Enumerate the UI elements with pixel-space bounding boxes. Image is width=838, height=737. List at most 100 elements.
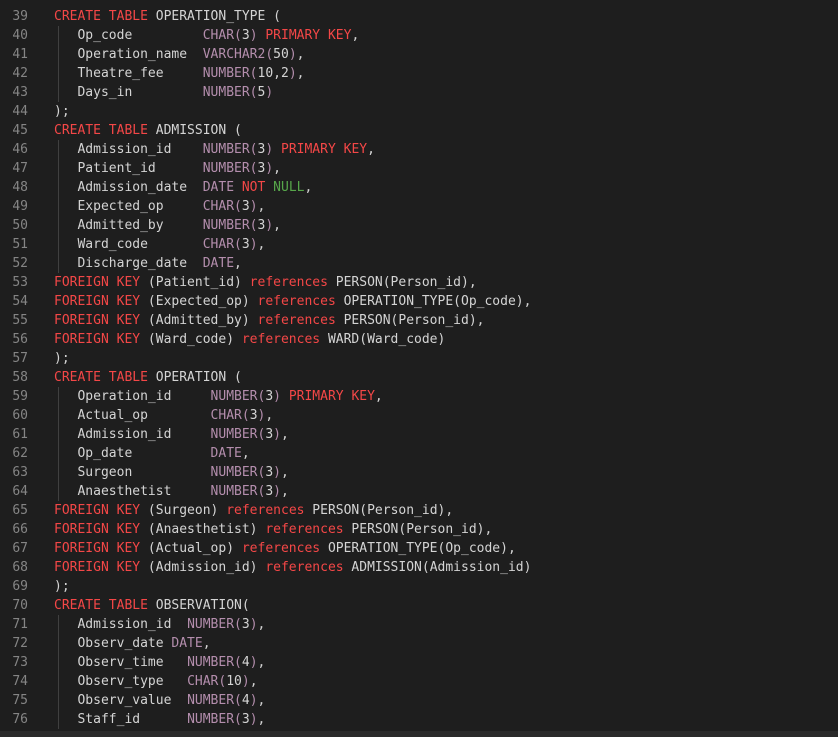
code-line[interactable]: 70 CREATE TABLE OBSERVATION( <box>0 596 838 615</box>
code-token: Discharge_date <box>54 256 203 271</box>
code-token: ) <box>265 142 281 157</box>
code-token: Op_code <box>54 28 203 43</box>
line-number: 46 <box>12 142 28 157</box>
code-token: , <box>202 636 211 651</box>
code-token: OPERATION_TYPE ( <box>155 9 281 24</box>
code-token: , <box>273 218 281 233</box>
line-number: 63 <box>12 465 28 480</box>
code-line[interactable]: 57); <box>0 349 838 368</box>
line-number: 41 <box>12 47 28 62</box>
code-line[interactable]: 54 FOREIGN KEY (Expected_op) references O… <box>0 292 838 311</box>
code-token: (Expected_op) <box>147 294 258 309</box>
line-number: 66 <box>12 522 28 537</box>
code-token: NUMBER( <box>210 389 266 404</box>
code-line[interactable]: 48 Admission_date DATE NOT NULL, <box>0 178 838 197</box>
code-line[interactable]: 61 Admission_id NUMBER(3), <box>0 425 838 444</box>
code-line[interactable]: 74 Observ_type CHAR(10), <box>0 672 838 691</box>
code-text: Discharge_date DATE, <box>54 254 241 273</box>
code-token: ) <box>273 465 281 480</box>
code-text: FOREIGN KEY (Admitted_by) references PER… <box>54 311 484 330</box>
line-number: 52 <box>12 256 28 271</box>
code-line[interactable]: 43 Days_in NUMBER(5) <box>0 83 838 102</box>
code-line[interactable]: 41 Operation_name VARCHAR2(50), <box>0 45 838 64</box>
code-line[interactable]: 63 Surgeon NUMBER(3), <box>0 463 838 482</box>
code-line[interactable]: 68 FOREIGN KEY (Admission_id) references … <box>0 558 838 577</box>
code-editor[interactable]: 39 CREATE TABLE OPERATION_TYPE (40 Op_cod… <box>0 0 838 737</box>
line-number: 68 <box>12 560 28 575</box>
code-text: Op_code CHAR(3) PRIMARY KEY, <box>54 26 359 45</box>
code-text: CREATE TABLE OBSERVATION( <box>54 596 250 615</box>
line-number: 73 <box>12 655 28 670</box>
line-number: 58 <box>12 370 28 385</box>
code-token: OPERATION_TYPE(Op_code), <box>343 294 532 309</box>
code-token: 3 <box>241 237 250 252</box>
line-number: 45 <box>12 123 28 138</box>
code-token: FOREIGN KEY <box>54 275 148 290</box>
code-token: , <box>273 161 281 176</box>
code-token: CHAR( <box>202 28 242 43</box>
code-text: CREATE TABLE ADMISSION ( <box>54 121 242 140</box>
code-line[interactable]: 67 FOREIGN KEY (Actual_op) references OPE… <box>0 539 838 558</box>
code-line[interactable]: 51 Ward_code CHAR(3), <box>0 235 838 254</box>
code-line[interactable]: 65 FOREIGN KEY (Surgeon) references PERSO… <box>0 501 838 520</box>
code-line[interactable]: 64 Anaesthetist NUMBER(3), <box>0 482 838 501</box>
code-token: NUMBER( <box>210 484 266 499</box>
code-token: 50 <box>273 47 289 62</box>
code-line[interactable]: 73 Observ_time NUMBER(4), <box>0 653 838 672</box>
code-line[interactable]: 62 Op_date DATE, <box>0 444 838 463</box>
code-line[interactable]: 58 CREATE TABLE OPERATION ( <box>0 368 838 387</box>
code-line[interactable]: 71 Admission_id NUMBER(3), <box>0 615 838 634</box>
code-token: Admission_id <box>54 427 211 442</box>
code-token: NUMBER( <box>202 85 258 100</box>
code-line[interactable]: 42 Theatre_fee NUMBER(10,2), <box>0 64 838 83</box>
code-line[interactable]: 47 Patient_id NUMBER(3), <box>0 159 838 178</box>
code-line[interactable]: 59 Operation_id NUMBER(3) PRIMARY KEY, <box>0 387 838 406</box>
code-token: Expected_op <box>54 199 203 214</box>
line-number: 55 <box>12 313 28 328</box>
line-number: 51 <box>12 237 28 252</box>
code-token: 3 <box>265 389 274 404</box>
line-number: 42 <box>12 66 28 81</box>
code-line[interactable]: 66 FOREIGN KEY (Anaesthetist) references … <box>0 520 838 539</box>
code-line[interactable]: 52 Discharge_date DATE, <box>0 254 838 273</box>
code-token: PRIMARY KEY <box>265 28 352 43</box>
code-token: 4 <box>241 693 250 708</box>
code-token: 10,2 <box>257 66 289 81</box>
code-line[interactable]: 56 FOREIGN KEY (Ward_code) references WAR… <box>0 330 838 349</box>
code-token: DATE <box>210 446 242 461</box>
code-line[interactable]: 69); <box>0 577 838 596</box>
code-line[interactable]: 60 Actual_op CHAR(3), <box>0 406 838 425</box>
code-token: ); <box>54 104 70 119</box>
code-token: (Patient_id) <box>147 275 250 290</box>
code-text: CREATE TABLE OPERATION_TYPE ( <box>54 7 281 26</box>
code-line[interactable]: 40 Op_code CHAR(3) PRIMARY KEY, <box>0 26 838 45</box>
line-number: 61 <box>12 427 28 442</box>
code-line[interactable]: 53 FOREIGN KEY (Patient_id) references PE… <box>0 273 838 292</box>
code-line[interactable]: 39 CREATE TABLE OPERATION_TYPE ( <box>0 7 838 26</box>
code-token: Patient_id <box>54 161 203 176</box>
code-token: 3 <box>249 408 258 423</box>
code-text: Op_date DATE, <box>54 444 249 463</box>
code-line[interactable]: 49 Expected_op CHAR(3), <box>0 197 838 216</box>
horizontal-scrollbar[interactable] <box>0 731 838 737</box>
code-token: FOREIGN KEY <box>54 560 148 575</box>
code-token: (Admitted_by) <box>147 313 258 328</box>
code-token: DATE <box>171 636 203 651</box>
line-number: 56 <box>12 332 28 347</box>
code-line[interactable]: 72 Observ_date DATE, <box>0 634 838 653</box>
code-line[interactable]: 45 CREATE TABLE ADMISSION ( <box>0 121 838 140</box>
code-line[interactable]: 55 FOREIGN KEY (Admitted_by) references P… <box>0 311 838 330</box>
code-line[interactable]: 75 Observ_value NUMBER(4), <box>0 691 838 710</box>
code-token: PERSON(Person_id), <box>343 313 485 328</box>
code-token: Theatre_fee <box>54 66 203 81</box>
code-token: NUMBER( <box>210 427 266 442</box>
code-line[interactable]: 46 Admission_id NUMBER(3) PRIMARY KEY, <box>0 140 838 159</box>
code-text: Admission_id NUMBER(3), <box>54 615 265 634</box>
code-line[interactable]: 50 Admitted_by NUMBER(3), <box>0 216 838 235</box>
code-token: CREATE TABLE <box>54 123 156 138</box>
code-line[interactable]: 76 Staff_id NUMBER(3), <box>0 710 838 729</box>
code-token: OPERATION_TYPE(Op_code), <box>327 541 516 556</box>
code-token: NUMBER( <box>202 161 258 176</box>
code-line[interactable]: 44); <box>0 102 838 121</box>
code-token: FOREIGN KEY <box>54 503 148 518</box>
